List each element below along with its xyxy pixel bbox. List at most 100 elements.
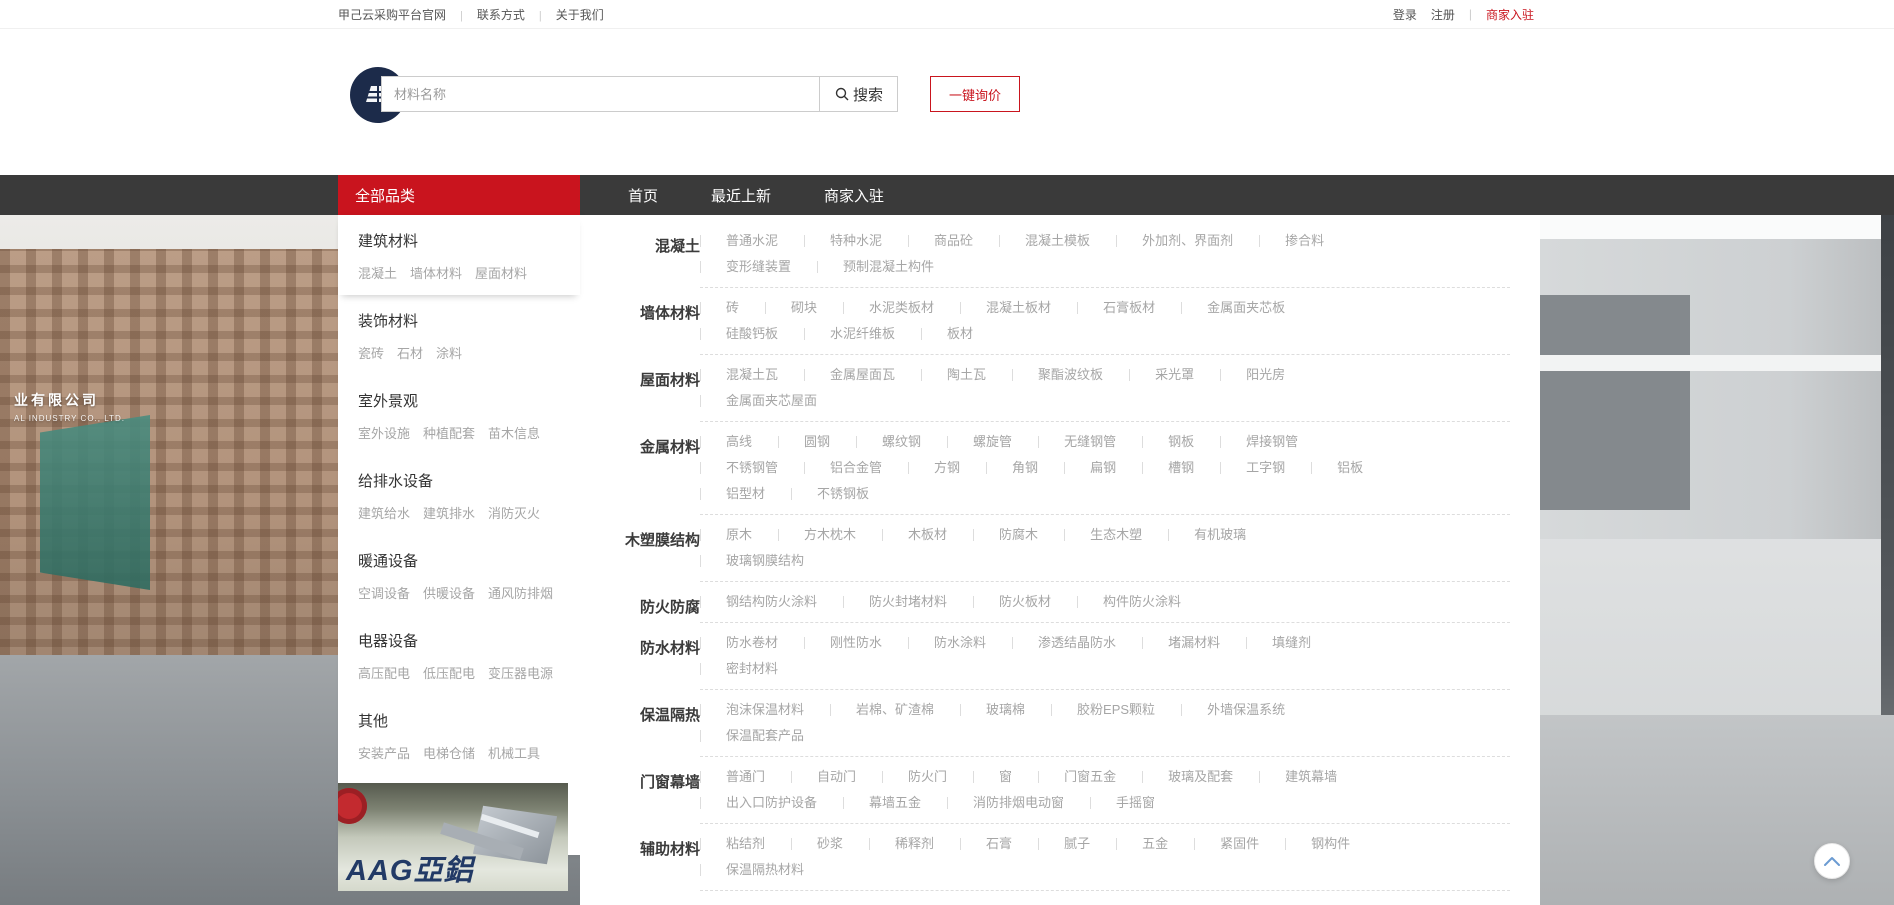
mega-link[interactable]: 防火门 [908, 769, 947, 784]
sidebar-subcategory-link[interactable]: 屋面材料 [475, 263, 527, 282]
mega-link[interactable]: 外墙保温系统 [1207, 702, 1285, 717]
mega-link[interactable]: 焊接钢管 [1246, 434, 1298, 449]
scroll-to-top-button[interactable] [1814, 843, 1850, 879]
mega-link[interactable]: 砖 [726, 300, 739, 315]
topbar-link[interactable]: 甲己云采购平台官网 [338, 6, 446, 23]
sidebar-subcategory-link[interactable]: 高压配电 [358, 663, 410, 682]
mega-link[interactable]: 铝合金管 [830, 460, 882, 475]
mega-link[interactable]: 粘结剂 [726, 836, 765, 851]
mega-link[interactable]: 不锈钢板 [817, 486, 869, 501]
mega-link[interactable]: 渗透结晶防水 [1038, 635, 1116, 650]
mega-link[interactable]: 原木 [726, 527, 752, 542]
mega-link[interactable]: 预制混凝土构件 [843, 259, 934, 274]
mega-link[interactable]: 水泥纤维板 [830, 326, 895, 341]
mega-link[interactable]: 方木枕木 [804, 527, 856, 542]
promo-banner[interactable]: AAG亞鋁 [338, 783, 568, 891]
mega-link[interactable]: 金属面夹芯板 [1207, 300, 1285, 315]
mega-link[interactable]: 自动门 [817, 769, 856, 784]
mega-link[interactable]: 掺合料 [1285, 233, 1324, 248]
sidebar-category-title[interactable]: 装饰材料 [358, 310, 560, 331]
sidebar-subcategory-link[interactable]: 低压配电 [423, 663, 475, 682]
mega-link[interactable]: 无缝钢管 [1064, 434, 1116, 449]
sidebar-category-group[interactable]: 其他安装产品电梯仓储机械工具 [338, 695, 580, 775]
nav-link[interactable]: 最近上新 [711, 185, 771, 206]
sidebar-subcategory-link[interactable]: 通风防排烟 [488, 583, 553, 602]
mega-link[interactable]: 混凝土瓦 [726, 367, 778, 382]
merchant-join-link[interactable]: 商家入驻 [1486, 6, 1534, 23]
mega-link[interactable]: 特种水泥 [830, 233, 882, 248]
mega-link[interactable]: 防火封堵材料 [869, 594, 947, 609]
mega-link[interactable]: 角钢 [1012, 460, 1038, 475]
mega-link[interactable]: 钢构件 [1311, 836, 1350, 851]
mega-link[interactable]: 出入口防护设备 [726, 795, 817, 810]
sidebar-subcategory-link[interactable]: 苗木信息 [488, 423, 540, 442]
login-link[interactable]: 登录 [1393, 6, 1417, 23]
mega-link[interactable]: 生态木塑 [1090, 527, 1142, 542]
sidebar-category-title[interactable]: 其他 [358, 710, 560, 731]
quick-quote-button[interactable]: 一键询价 [930, 76, 1020, 112]
mega-link[interactable]: 幕墙五金 [869, 795, 921, 810]
sidebar-subcategory-link[interactable]: 机械工具 [488, 743, 540, 762]
sidebar-subcategory-link[interactable]: 供暖设备 [423, 583, 475, 602]
mega-link[interactable]: 变形缝装置 [726, 259, 791, 274]
mega-link[interactable]: 密封材料 [726, 661, 778, 676]
nav-link[interactable]: 首页 [628, 185, 658, 206]
sidebar-subcategory-link[interactable]: 石材 [397, 343, 423, 362]
mega-link[interactable]: 门窗五金 [1064, 769, 1116, 784]
mega-link[interactable]: 石膏 [986, 836, 1012, 851]
mega-link[interactable]: 玻璃棉 [986, 702, 1025, 717]
mega-link[interactable]: 槽钢 [1168, 460, 1194, 475]
sidebar-subcategory-link[interactable]: 电梯仓储 [423, 743, 475, 762]
mega-link[interactable]: 防水涂料 [934, 635, 986, 650]
mega-link[interactable]: 扁钢 [1090, 460, 1116, 475]
mega-link[interactable]: 聚酯波纹板 [1038, 367, 1103, 382]
mega-link[interactable]: 钢结构防火涂料 [726, 594, 817, 609]
sidebar-subcategory-link[interactable]: 建筑给水 [358, 503, 410, 522]
mega-link[interactable]: 钢板 [1168, 434, 1194, 449]
sidebar-category-title[interactable]: 给排水设备 [358, 470, 560, 491]
mega-link[interactable]: 构件防火涂料 [1103, 594, 1181, 609]
nav-link[interactable]: 商家入驻 [824, 185, 884, 206]
sidebar-subcategory-link[interactable]: 变压器电源 [488, 663, 553, 682]
mega-link[interactable]: 腻子 [1064, 836, 1090, 851]
sidebar-category-group[interactable]: 建筑材料混凝土墙体材料屋面材料 [338, 215, 580, 295]
mega-link[interactable]: 有机玻璃 [1194, 527, 1246, 542]
mega-link[interactable]: 阳光房 [1246, 367, 1285, 382]
mega-link[interactable]: 螺旋管 [973, 434, 1012, 449]
sidebar-category-title[interactable]: 暖通设备 [358, 550, 560, 571]
mega-link[interactable]: 金属面夹芯屋面 [726, 393, 817, 408]
sidebar-category-title[interactable]: 建筑材料 [358, 230, 560, 251]
all-categories-button[interactable]: 全部品类 [338, 175, 580, 215]
mega-link[interactable]: 紧固件 [1220, 836, 1259, 851]
mega-link[interactable]: 堵漏材料 [1168, 635, 1220, 650]
mega-link[interactable]: 填缝剂 [1272, 635, 1311, 650]
search-button[interactable]: 搜索 [819, 76, 898, 112]
mega-link[interactable]: 玻璃及配套 [1168, 769, 1233, 784]
mega-link[interactable]: 圆钢 [804, 434, 830, 449]
sidebar-subcategory-link[interactable]: 消防灭火 [488, 503, 540, 522]
mega-link[interactable]: 水泥类板材 [869, 300, 934, 315]
sidebar-category-group[interactable]: 给排水设备建筑给水建筑排水消防灭火 [338, 455, 580, 535]
search-input[interactable] [381, 76, 819, 112]
mega-link[interactable]: 方钢 [934, 460, 960, 475]
mega-link[interactable]: 不锈钢管 [726, 460, 778, 475]
mega-link[interactable]: 岩棉、矿渣棉 [856, 702, 934, 717]
mega-link[interactable]: 泡沫保温材料 [726, 702, 804, 717]
sidebar-category-title[interactable]: 电器设备 [358, 630, 560, 651]
mega-link[interactable]: 防火板材 [999, 594, 1051, 609]
topbar-link[interactable]: 关于我们 [525, 6, 604, 23]
mega-link[interactable]: 外加剂、界面剂 [1142, 233, 1233, 248]
mega-link[interactable]: 手摇窗 [1116, 795, 1155, 810]
sidebar-subcategory-link[interactable]: 瓷砖 [358, 343, 384, 362]
mega-link[interactable]: 螺纹钢 [882, 434, 921, 449]
mega-link[interactable]: 混凝土板材 [986, 300, 1051, 315]
mega-link[interactable]: 胶粉EPS颗粒 [1077, 702, 1155, 717]
mega-link[interactable]: 保温隔热材料 [726, 862, 804, 877]
mega-link[interactable]: 商品砼 [934, 233, 973, 248]
mega-link[interactable]: 硅酸钙板 [726, 326, 778, 341]
mega-link[interactable]: 防腐木 [999, 527, 1038, 542]
sidebar-subcategory-link[interactable]: 涂料 [436, 343, 462, 362]
mega-link[interactable]: 防水卷材 [726, 635, 778, 650]
mega-link[interactable]: 铝型材 [726, 486, 765, 501]
sidebar-category-group[interactable]: 暖通设备空调设备供暖设备通风防排烟 [338, 535, 580, 615]
